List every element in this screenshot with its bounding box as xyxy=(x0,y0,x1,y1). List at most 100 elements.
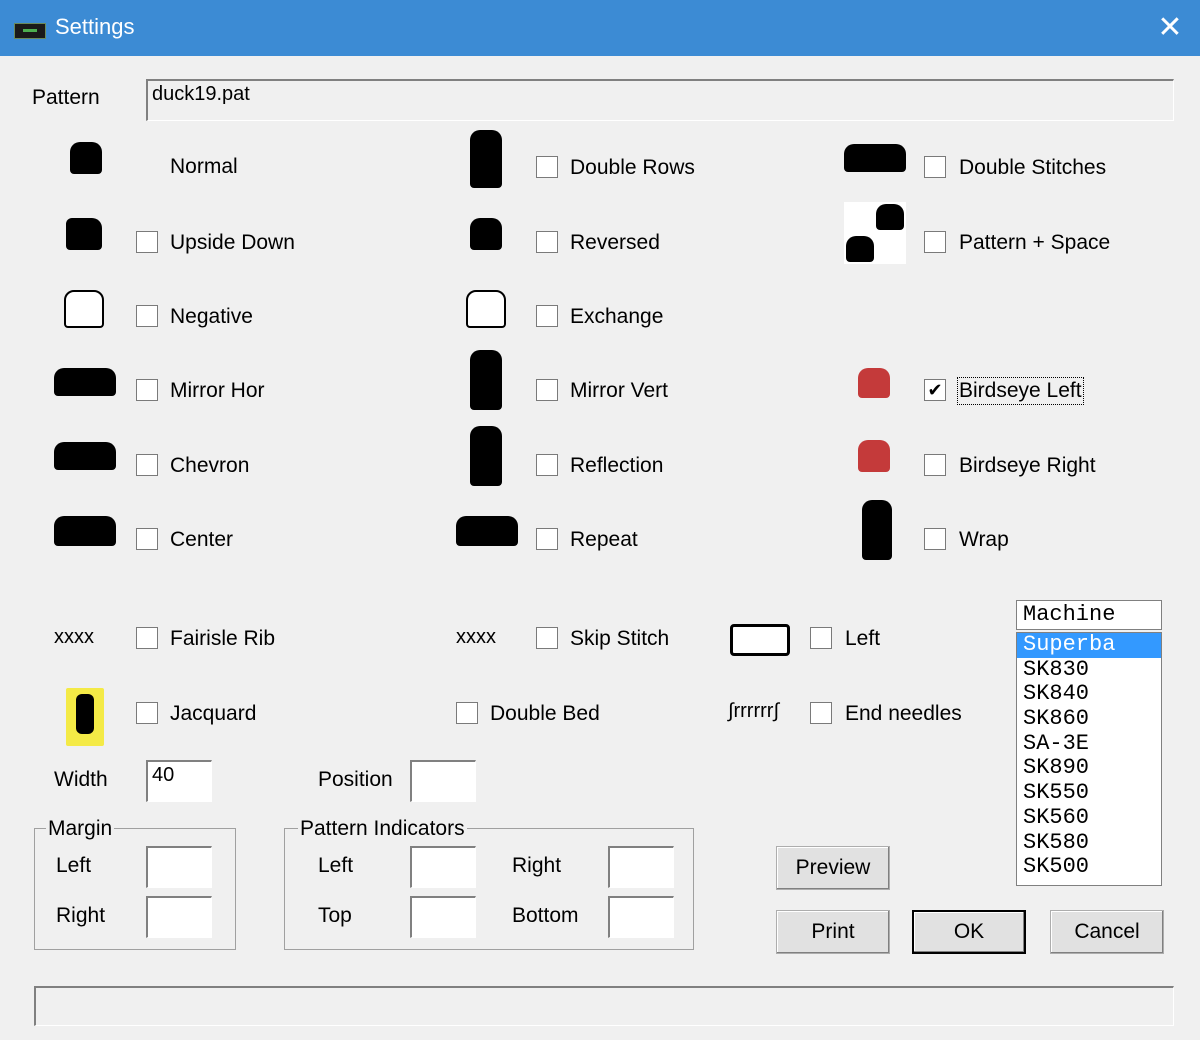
pattern-label: Pattern xyxy=(32,86,100,109)
double-rows-checkbox[interactable] xyxy=(536,156,558,178)
exchange-label: Exchange xyxy=(570,305,664,328)
duck-normal-icon xyxy=(70,142,102,174)
duck-negative-icon xyxy=(64,290,104,328)
preview-button[interactable]: Preview xyxy=(776,846,890,890)
margin-right-field[interactable] xyxy=(146,896,212,938)
indicator-bottom-label: Bottom xyxy=(512,904,579,927)
cancel-button[interactable]: Cancel xyxy=(1050,910,1164,954)
duck-center-icon xyxy=(54,516,116,546)
margin-right-label: Right xyxy=(56,904,106,927)
mirror-hor-checkbox[interactable] xyxy=(136,379,158,401)
fairisle-rib-label: Fairisle Rib xyxy=(170,627,276,650)
end-needles-checkbox[interactable] xyxy=(810,702,832,724)
pattern-space-icon xyxy=(844,202,906,264)
indicator-right-field[interactable] xyxy=(608,846,674,888)
negative-checkbox[interactable] xyxy=(136,305,158,327)
repeat-label: Repeat xyxy=(570,528,638,551)
machine-list-item[interactable]: SK500 xyxy=(1017,854,1161,880)
chevron-checkbox[interactable] xyxy=(136,454,158,476)
duck-chevron-icon xyxy=(54,442,116,470)
duck-double-stitches-icon xyxy=(844,144,906,172)
machine-list-item[interactable]: SK550 xyxy=(1017,780,1161,806)
double-rows-label: Double Rows xyxy=(570,156,695,179)
duck-birdseye-left-icon xyxy=(858,368,890,398)
upside-down-label: Upside Down xyxy=(170,231,295,254)
duck-birdseye-right-icon xyxy=(858,440,890,472)
title-bar: Settings ✕ xyxy=(0,0,1200,56)
pattern-indicators-title: Pattern Indicators xyxy=(298,817,467,841)
machine-list-item[interactable]: SK580 xyxy=(1017,830,1161,856)
double-stitches-checkbox[interactable] xyxy=(924,156,946,178)
position-label: Position xyxy=(318,768,393,791)
reversed-checkbox[interactable] xyxy=(536,231,558,253)
normal-label: Normal xyxy=(170,155,238,178)
fairisle-rib-icon: xxxx xyxy=(54,626,94,648)
duck-double-rows-icon xyxy=(470,130,502,188)
birdseye-left-label: Birdseye Left xyxy=(957,377,1084,405)
duck-mirror-vert-icon xyxy=(470,350,502,410)
position-field[interactable] xyxy=(410,760,476,802)
end-needles-icon: ∫rrrrrr∫ xyxy=(728,700,779,722)
left-label: Left xyxy=(845,627,881,650)
duck-exchange-icon xyxy=(466,290,506,328)
birdseye-left-checkbox[interactable]: ✔ xyxy=(924,379,946,401)
double-bed-checkbox[interactable] xyxy=(456,702,478,724)
machine-list-item[interactable]: SK890 xyxy=(1017,756,1161,781)
double-stitches-label: Double Stitches xyxy=(959,156,1107,179)
machine-title: Machine xyxy=(1016,600,1162,630)
jacquard-checkbox[interactable] xyxy=(136,702,158,724)
width-field[interactable]: 40 xyxy=(146,760,212,802)
margin-title: Margin xyxy=(46,817,115,841)
machine-list-item[interactable]: SK560 xyxy=(1017,805,1161,831)
machine-list-item[interactable]: SK860 xyxy=(1017,706,1161,732)
indicator-bottom-field[interactable] xyxy=(608,896,674,938)
skip-stitch-label: Skip Stitch xyxy=(570,627,670,650)
fairisle-rib-checkbox[interactable] xyxy=(136,627,158,649)
wrap-checkbox[interactable] xyxy=(924,528,946,550)
jacquard-icon xyxy=(66,688,104,746)
jacquard-label: Jacquard xyxy=(170,702,257,725)
window-title: Settings xyxy=(55,14,135,39)
left-checkbox[interactable] xyxy=(810,627,832,649)
app-icon xyxy=(14,23,46,39)
double-bed-label: Double Bed xyxy=(490,702,600,725)
reversed-label: Reversed xyxy=(570,231,660,254)
machine-list-item[interactable]: Superba xyxy=(1017,633,1161,658)
duck-small-icon xyxy=(876,204,904,230)
margin-left-field[interactable] xyxy=(146,846,212,888)
mirror-vert-label: Mirror Vert xyxy=(570,379,669,402)
mirror-vert-checkbox[interactable] xyxy=(536,379,558,401)
reflection-checkbox[interactable] xyxy=(536,454,558,476)
close-button[interactable]: ✕ xyxy=(1150,8,1190,48)
indicator-top-field[interactable] xyxy=(410,896,476,938)
pattern-field[interactable]: duck19.pat xyxy=(146,79,1174,121)
negative-label: Negative xyxy=(170,305,253,328)
indicator-right-label: Right xyxy=(512,854,562,877)
ok-button[interactable]: OK xyxy=(912,910,1026,954)
duck-upside-down-icon xyxy=(66,218,102,250)
repeat-checkbox[interactable] xyxy=(536,528,558,550)
carriage-icon xyxy=(730,624,790,656)
machine-list-item[interactable]: SK830 xyxy=(1017,657,1161,683)
skip-stitch-icon: xxxx xyxy=(456,626,496,648)
pattern-space-checkbox[interactable] xyxy=(924,231,946,253)
indicator-left-field[interactable] xyxy=(410,846,476,888)
reflection-label: Reflection xyxy=(570,454,664,477)
exchange-checkbox[interactable] xyxy=(536,305,558,327)
machine-list-item[interactable]: SA-3E xyxy=(1017,731,1161,757)
machine-listbox[interactable]: Superba SK830 SK840 SK860 SA-3E SK890 SK550 SK5… xyxy=(1016,632,1162,886)
duck-repeat-icon xyxy=(456,516,518,546)
skip-stitch-checkbox[interactable] xyxy=(536,627,558,649)
center-label: Center xyxy=(170,528,234,551)
center-checkbox[interactable] xyxy=(136,528,158,550)
indicator-left-label: Left xyxy=(318,854,354,877)
upside-down-checkbox[interactable] xyxy=(136,231,158,253)
indicator-top-label: Top xyxy=(318,904,352,927)
end-needles-label: End needles xyxy=(845,702,962,725)
wrap-label: Wrap xyxy=(959,528,1009,551)
width-label: Width xyxy=(54,768,108,791)
print-button[interactable]: Print xyxy=(776,910,890,954)
birdseye-right-checkbox[interactable] xyxy=(924,454,946,476)
pattern-space-label: Pattern + Space xyxy=(959,231,1111,254)
machine-list-item[interactable]: SK840 xyxy=(1017,682,1161,707)
